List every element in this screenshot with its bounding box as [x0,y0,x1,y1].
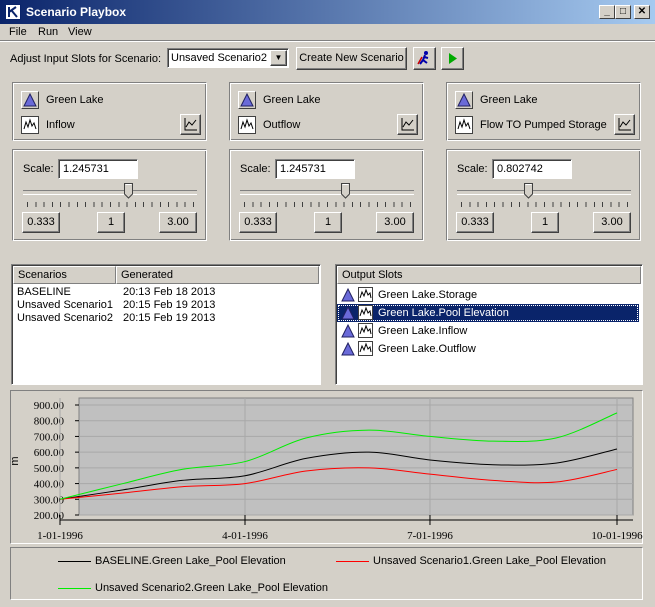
legend-swatch-scenario2 [58,588,91,589]
legend-swatch-baseline [58,561,91,562]
x-tick-label: 10-01-1996 [591,530,643,542]
legend-label-baseline: BASELINE.Green Lake_Pool Elevation [95,555,286,567]
legend-label-scenario2: Unsaved Scenario2.Green Lake_Pool Elevat… [95,582,328,594]
y-axis-label: m [9,456,21,465]
legend-label-scenario1: Unsaved Scenario1.Green Lake_Pool Elevat… [373,555,606,567]
legend: BASELINE.Green Lake_Pool Elevation Unsav… [10,547,643,600]
elevation-chart[interactable]: 900.00800.00700.00600.00500.00400.00300.… [0,0,655,607]
plot-area [78,397,634,516]
x-tick-label: 1-01-1996 [37,530,83,542]
x-tick-label: 7-01-1996 [407,530,453,542]
x-tick-label: 4-01-1996 [222,530,268,542]
legend-swatch-scenario1 [336,561,369,562]
